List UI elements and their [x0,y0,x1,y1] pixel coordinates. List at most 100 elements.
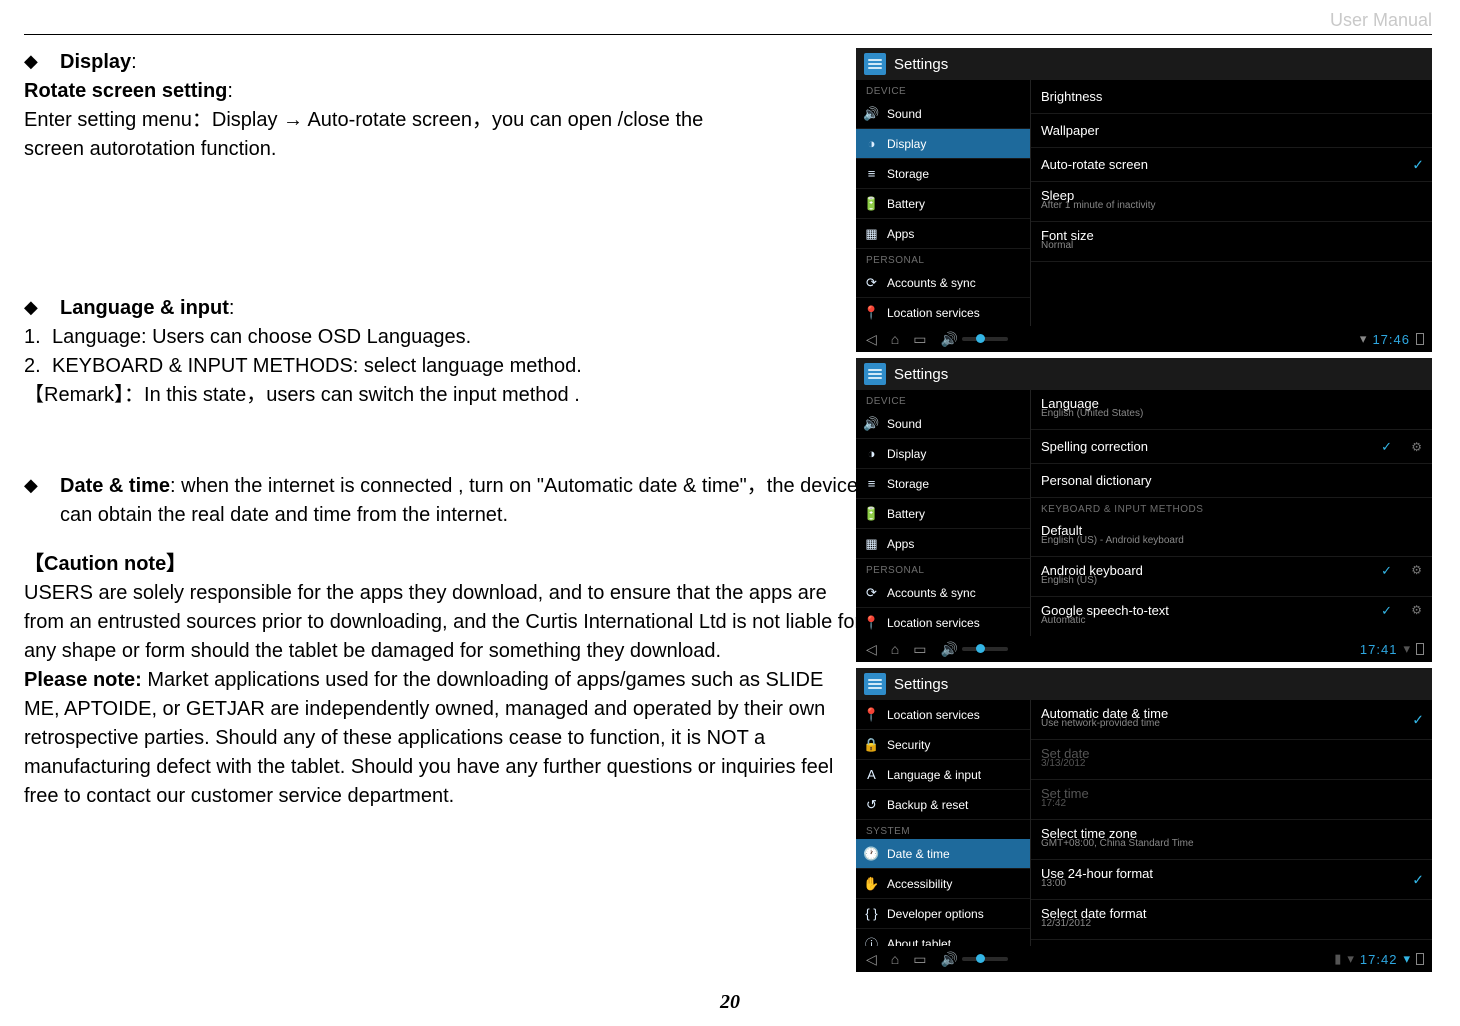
settings-item[interactable]: Select time zoneGMT+08:00, China Standar… [1031,820,1432,860]
sidebar-item[interactable]: 🕐Date & time [856,839,1030,869]
sidebar-item-label: About tablet [887,937,951,947]
settings-item[interactable]: Brightness [1031,80,1432,114]
settings-item[interactable]: Google speech-to-textAutomatic✓⚙ [1031,597,1432,636]
check-icon[interactable]: ✓ [1381,439,1392,455]
settings-sidebar[interactable]: DEVICE🔊Sound◑Display≡Storage🔋Battery▦App… [856,80,1031,326]
sidebar-item[interactable]: ◑Display [856,129,1030,159]
sidebar-item[interactable]: ≡Storage [856,159,1030,189]
caution-heading: 【Caution note】 [24,553,186,575]
check-icon[interactable]: ✓ [1381,603,1392,619]
home-icon[interactable]: ⌂ [891,951,899,967]
sidebar-item[interactable]: 🔊Sound [856,409,1030,439]
recent-icon[interactable]: ▭ [913,331,926,348]
sidebar-item-label: Language & input [887,768,981,782]
sidebar-item-icon: 🔊 [864,106,879,121]
settings-sidebar[interactable]: DEVICE🔊Sound◑Display≡Storage🔋Battery▦App… [856,390,1031,636]
settings-main-panel[interactable]: Automatic date & timeUse network-provide… [1031,700,1432,946]
sidebar-item-label: Battery [887,197,925,211]
sidebar-item-label: Location services [887,616,980,630]
sidebar-item-label: Security [887,738,930,752]
sidebar-item-label: Developer options [887,907,984,921]
settings-item-title: Spelling correction [1041,439,1148,454]
settings-item-subtitle: Use network-provided time [1041,718,1160,729]
settings-item[interactable]: Automatic date & timeUse network-provide… [1031,700,1432,740]
home-icon[interactable]: ⌂ [891,641,899,657]
wifi-icon: ▾ [1403,951,1410,967]
settings-main-panel[interactable]: LanguageEnglish (United States)Spelling … [1031,390,1432,636]
sidebar-item[interactable]: 📍 Location services [856,608,1030,636]
sidebar-item-icon: ◑ [864,446,879,461]
sidebar-item[interactable]: ▦Apps [856,529,1030,559]
back-icon[interactable]: ◁ [866,641,877,658]
sidebar-item-icon: { } [864,906,879,921]
sidebar-item-icon: 📍 [864,615,879,630]
settings-item[interactable]: SleepAfter 1 minute of inactivity [1031,182,1432,222]
lang-remark: 【Remark】：In this state，users can switch … [24,381,862,410]
screenshot-column: Settings DEVICE🔊Sound◑Display≡Storage🔋Ba… [856,48,1432,972]
section-label: KEYBOARD & INPUT METHODS [1031,498,1432,517]
settings-item[interactable]: DefaultEnglish (US) - Android keyboard [1031,517,1432,557]
volume-slider[interactable]: 🔊 [940,331,1007,348]
volume-icon: 🔊 [940,641,957,658]
settings-sidebar[interactable]: 📍Location services🔒SecurityALanguage & i… [856,700,1031,946]
rotate-line1: Enter setting menu：Display → Auto-rotate… [24,106,862,135]
sidebar-item-icon: ⓘ [864,936,879,946]
sidebar-item[interactable]: 🔋Battery [856,189,1030,219]
settings-main-panel[interactable]: BrightnessWallpaper Auto-rotate screen ✓ Sl… [1031,80,1432,326]
settings-app-icon [864,53,886,75]
sidebar-item[interactable]: ⟳Accounts & sync [856,268,1030,298]
settings-item[interactable]: Use 24-hour format13:00✓ [1031,860,1432,900]
settings-item[interactable]: Android keyboardEnglish (US)✓⚙ [1031,557,1432,597]
settings-item-subtitle: 13:00 [1041,878,1066,889]
volume-slider[interactable]: 🔊 [940,951,1007,968]
sidebar-item-label: Date & time [887,847,950,861]
settings-item[interactable]: Wallpaper [1031,114,1432,148]
settings-slider-icon[interactable]: ⚙ [1411,603,1422,617]
settings-item[interactable]: Spelling correction ✓ ⚙ [1031,430,1432,464]
check-icon[interactable]: ✓ [1412,711,1424,728]
home-icon[interactable]: ⌂ [891,331,899,347]
sidebar-item[interactable]: ALanguage & input [856,760,1030,790]
sidebar-item[interactable]: 🔒Security [856,730,1030,760]
settings-item[interactable]: Personal dictionary [1031,464,1432,498]
settings-item[interactable]: Auto-rotate screen ✓ [1031,148,1432,182]
sidebar-item-label: Location services [887,708,980,722]
sidebar-item-icon: ▦ [864,536,879,551]
please-note-lead: Please note: [24,669,142,691]
sidebar-item[interactable]: 🔋Battery [856,499,1030,529]
sidebar-item[interactable]: 📍Location services [856,298,1030,326]
sidebar-item[interactable]: ◑Display [856,439,1030,469]
settings-item[interactable]: Font sizeNormal [1031,222,1432,262]
check-icon[interactable]: ✓ [1412,871,1424,888]
back-icon[interactable]: ◁ [866,951,877,968]
settings-item[interactable]: Select date format12/31/2012 [1031,900,1432,940]
settings-slider-icon[interactable]: ⚙ [1411,440,1422,454]
sidebar-item-icon: ↺ [864,797,879,812]
sidebar-item[interactable]: { } Developer options [856,899,1030,929]
action-bar: Settings [856,668,1432,700]
sidebar-item[interactable]: 📍Location services [856,700,1030,730]
back-icon[interactable]: ◁ [866,331,877,348]
status-clock: 17:42 [1360,952,1398,967]
sidebar-item[interactable]: ≡Storage [856,469,1030,499]
sidebar-item-label: Accounts & sync [887,586,976,600]
settings-item: Set date3/13/2012 [1031,740,1432,780]
status-clock: 17:41 [1360,642,1398,657]
check-icon[interactable]: ✓ [1412,156,1424,173]
recent-icon[interactable]: ▭ [913,951,926,968]
settings-slider-icon[interactable]: ⚙ [1411,563,1422,577]
recent-icon[interactable]: ▭ [913,641,926,658]
sidebar-item[interactable]: ⓘ About tablet [856,929,1030,946]
settings-item[interactable]: LanguageEnglish (United States) [1031,390,1432,430]
settings-item-title: Auto-rotate screen [1041,157,1148,172]
sidebar-item[interactable]: ↺Backup & reset [856,790,1030,820]
sidebar-item[interactable]: ✋Accessibility [856,869,1030,899]
sidebar-item[interactable]: 🔊Sound [856,99,1030,129]
settings-item-subtitle: English (US) [1041,575,1097,586]
settings-item-title: Personal dictionary [1041,473,1152,488]
volume-slider[interactable]: 🔊 [940,641,1007,658]
check-icon[interactable]: ✓ [1381,563,1392,579]
sidebar-item[interactable]: ⟳Accounts & sync [856,578,1030,608]
action-bar-title: Settings [894,366,948,383]
sidebar-item[interactable]: ▦Apps [856,219,1030,249]
